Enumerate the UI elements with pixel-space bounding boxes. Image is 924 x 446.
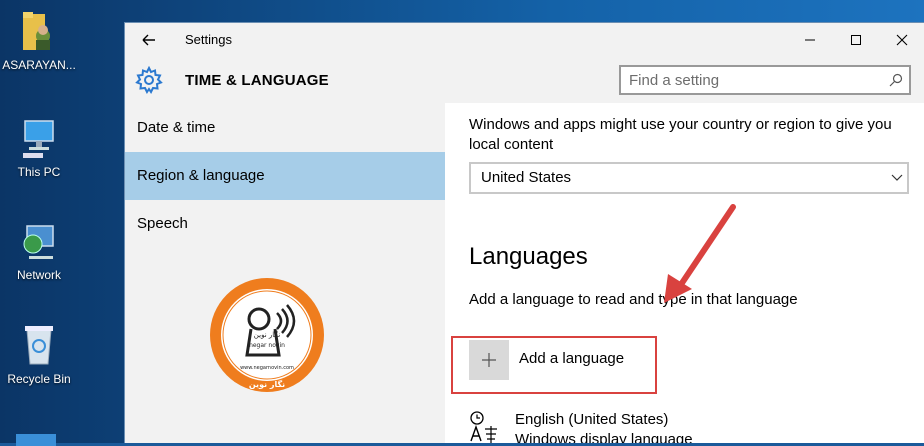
computer-icon — [23, 120, 54, 158]
desktop-icon-this-pc[interactable]: This PC — [0, 117, 78, 179]
language-icon — [470, 411, 497, 443]
maximize-button[interactable] — [833, 23, 879, 57]
sidebar-item-label: Speech — [137, 215, 188, 232]
close-icon — [896, 34, 908, 46]
sidebar-item-region-language[interactable]: Region & language — [125, 152, 445, 200]
logo-url: www.negarnovin.com — [240, 365, 294, 371]
user-folder-icon — [23, 12, 50, 50]
sidebar-item-label: Region & language — [137, 167, 265, 184]
country-value: United States — [481, 169, 572, 186]
page-title: TIME & LANGUAGE — [185, 72, 329, 89]
region-description: Windows and apps might use your country … — [469, 116, 892, 153]
negar-novin-logo: نگار نوین negar novin www.negarnovin.com… — [210, 278, 324, 392]
minimize-icon — [805, 39, 815, 41]
add-language-description: Add a language to read and type in that … — [469, 291, 798, 308]
logo-bottom-text: نگار نوین — [249, 379, 285, 389]
sidebar-item-label: Date & time — [137, 119, 216, 136]
recycle-bin-icon — [25, 326, 53, 365]
close-button[interactable] — [879, 23, 924, 57]
back-arrow-icon[interactable] — [139, 30, 159, 50]
desktop-icon-label: This PC — [17, 165, 61, 179]
search-input[interactable] — [621, 67, 889, 93]
search-icon[interactable] — [889, 73, 903, 87]
gear-icon — [135, 66, 163, 94]
language-name: English (United States) — [515, 411, 669, 428]
desktop-icon-recycle-bin[interactable]: Recycle Bin — [0, 322, 78, 386]
minimize-button[interactable] — [787, 23, 833, 57]
network-icon — [23, 225, 54, 259]
desktop-icon-partial[interactable] — [16, 434, 56, 446]
settings-window: Settings TIME & LANGUAGE Date — [124, 22, 924, 443]
sidebar: Date & time Region & language Speech نگا… — [125, 103, 445, 443]
logo-arc-text: نگار نوین — [254, 330, 280, 339]
desktop-icon-label: Recycle Bin — [7, 372, 71, 386]
highlight-box — [451, 336, 657, 394]
maximize-icon — [851, 35, 861, 45]
logo-center-name: negar novin — [249, 342, 285, 349]
search-box[interactable] — [619, 65, 911, 95]
window-title: Settings — [185, 32, 232, 47]
settings-header: TIME & LANGUAGE — [125, 57, 924, 103]
sidebar-item-speech[interactable]: Speech — [125, 200, 445, 248]
main-content: Windows and apps might use your country … — [445, 103, 924, 443]
desktop-icon-label: ASARAYAN... — [2, 58, 76, 72]
languages-heading: Languages — [469, 243, 588, 270]
desktop-icon-user-folder[interactable]: ASARAYAN... — [0, 8, 78, 72]
language-item-english[interactable]: English (United States) Windows display … — [469, 409, 869, 443]
desktop-icon-network[interactable]: Network — [0, 220, 78, 282]
country-dropdown[interactable]: United States — [469, 162, 909, 194]
chevron-down-icon — [891, 174, 903, 181]
language-subtitle: Windows display language — [515, 431, 693, 443]
sidebar-item-date-time[interactable]: Date & time — [125, 104, 445, 152]
desktop-icon-label: Network — [16, 268, 61, 282]
title-bar: Settings — [125, 23, 924, 57]
